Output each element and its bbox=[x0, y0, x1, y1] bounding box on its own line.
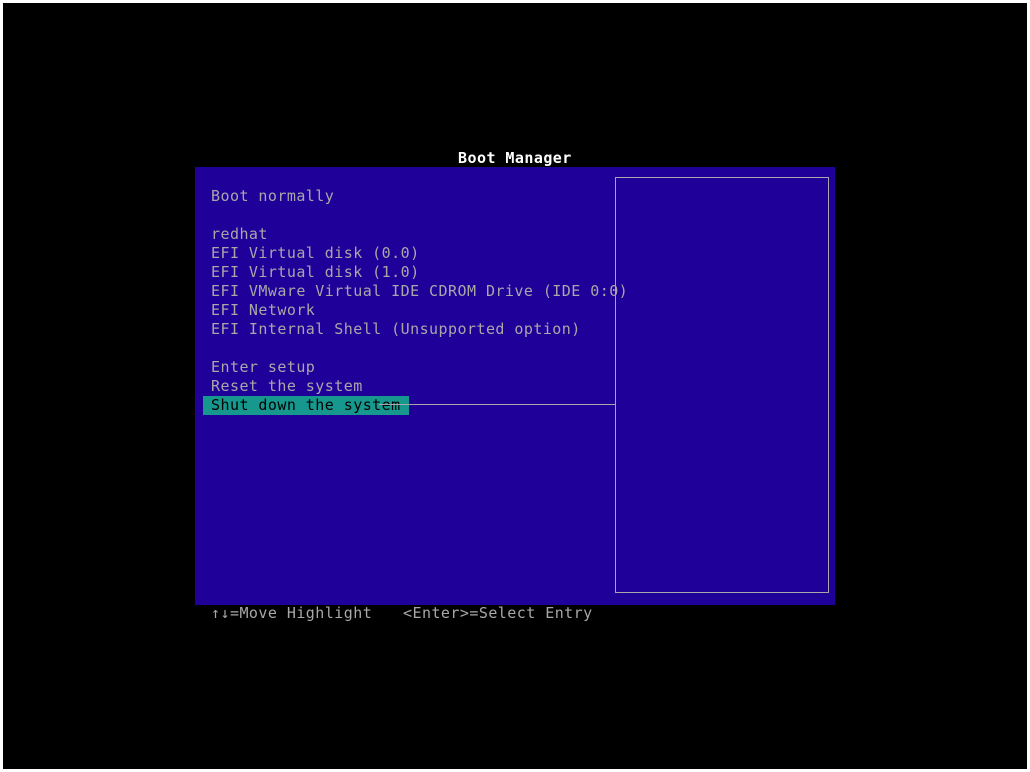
menu-item-redhat[interactable]: redhat bbox=[203, 225, 276, 244]
highlight-connector-line bbox=[379, 404, 615, 405]
boot-menu-panel: Boot normally redhat EFI Virtual disk (0… bbox=[195, 167, 835, 605]
menu-item-reset-system[interactable]: Reset the system bbox=[203, 377, 371, 396]
menu-item-boot-normally[interactable]: Boot normally bbox=[203, 187, 342, 206]
footer-move-highlight-hint: ↑↓=Move Highlight bbox=[211, 604, 373, 622]
menu-item-enter-setup[interactable]: Enter setup bbox=[203, 358, 323, 377]
menu-item-shut-down-system[interactable]: Shut down the system bbox=[203, 396, 409, 415]
menu-item-efi-cdrom-drive[interactable]: EFI VMware Virtual IDE CDROM Drive (IDE … bbox=[203, 282, 636, 301]
menu-item-efi-internal-shell[interactable]: EFI Internal Shell (Unsupported option) bbox=[203, 320, 589, 339]
boot-manager-title: Boot Manager bbox=[458, 149, 572, 167]
menu-item-efi-virtual-disk-1[interactable]: EFI Virtual disk (1.0) bbox=[203, 263, 428, 282]
footer-select-entry-hint: <Enter>=Select Entry bbox=[403, 604, 593, 622]
help-text-box bbox=[615, 177, 829, 593]
firmware-screen: Boot Manager Boot normally redhat EFI Vi… bbox=[3, 3, 1027, 769]
menu-item-efi-network[interactable]: EFI Network bbox=[203, 301, 323, 320]
menu-item-efi-virtual-disk-0[interactable]: EFI Virtual disk (0.0) bbox=[203, 244, 428, 263]
